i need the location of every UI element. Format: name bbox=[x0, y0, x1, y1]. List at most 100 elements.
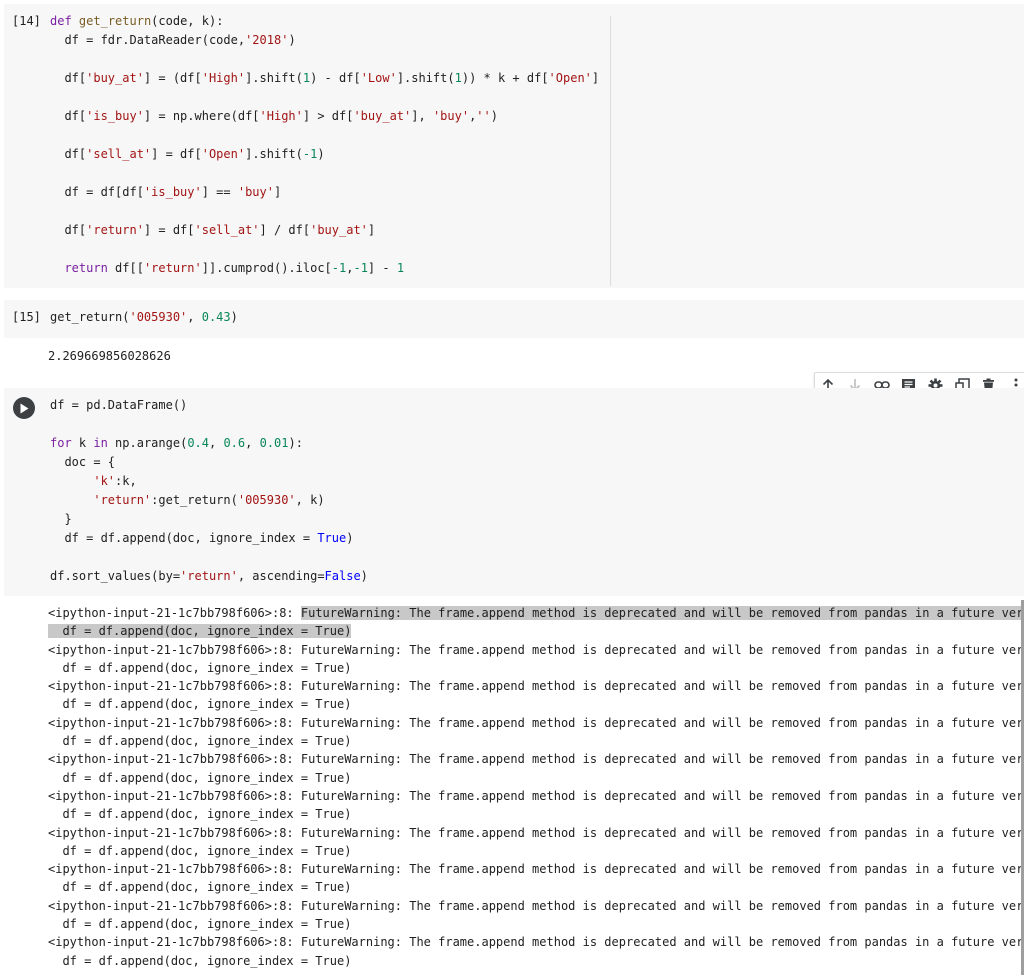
output-line: <ipython-input-21-1c7bb798f606>:8: Futur… bbox=[48, 824, 1024, 842]
code-token: df = df.append(doc, ignore_index = True) bbox=[48, 734, 352, 749]
code-token: df = df.append(doc, ignore_index = True) bbox=[48, 697, 352, 712]
code-token: ] = df[ bbox=[143, 223, 195, 237]
code-token: 0.4 bbox=[187, 436, 209, 450]
code-token: 'Low' bbox=[360, 71, 397, 85]
code-token: df = df[df[ bbox=[50, 185, 144, 199]
code-line: df.sort_values(by='return', ascending=Fa… bbox=[50, 567, 1024, 586]
code-token: 'sell_at' bbox=[194, 223, 260, 237]
code-token: df = df.append(doc, ignore_index = True) bbox=[48, 770, 352, 785]
code-token: ) bbox=[360, 569, 368, 583]
code-token: 'return' bbox=[93, 493, 152, 507]
code-token: df = df.append(doc, ignore_index = True) bbox=[48, 624, 352, 639]
code-token: get_return( bbox=[50, 310, 130, 324]
code-line: 'k':k, bbox=[50, 472, 1024, 491]
code-token: <ipython-input-21-1c7bb798f606>:8: Futur… bbox=[48, 642, 1024, 657]
code-cell-15[interactable]: [15] get_return('005930', 0.43) bbox=[4, 300, 1024, 338]
run-cell-button[interactable] bbox=[13, 397, 35, 419]
code-token: ) - df[ bbox=[310, 71, 361, 85]
code-token: )) * k + df[ bbox=[461, 71, 549, 85]
code-token: 'buy_at' bbox=[86, 71, 144, 85]
code-editor-15[interactable]: get_return('005930', 0.43) bbox=[50, 308, 1024, 327]
code-line: df = df.append(doc, ignore_index = True) bbox=[50, 529, 1024, 548]
code-token: df[ bbox=[50, 109, 87, 123]
code-token: -1 bbox=[353, 261, 368, 275]
code-token: 'return' bbox=[180, 569, 238, 583]
code-token: <ipython-input-21-1c7bb798f606>:8: Futur… bbox=[48, 752, 1024, 767]
code-token: 'return' bbox=[143, 261, 202, 275]
code-token: ].shift( bbox=[245, 71, 303, 85]
output-line: df = df.append(doc, ignore_index = True) bbox=[48, 878, 1024, 896]
code-line: def get_return(code, k): bbox=[50, 12, 1024, 31]
code-token: <ipython-input-21-1c7bb798f606>:8: Futur… bbox=[48, 679, 1024, 694]
code-line: df['sell_at'] = df['Open'].shift(-1) bbox=[50, 145, 1024, 164]
code-token: 'k' bbox=[93, 474, 116, 488]
code-token: ) bbox=[490, 109, 498, 123]
play-icon bbox=[20, 403, 29, 413]
cell-output-current: <ipython-input-21-1c7bb798f606>:8: Futur… bbox=[48, 604, 1024, 970]
output-line: df = df.append(doc, ignore_index = True) bbox=[48, 952, 1024, 970]
code-token: def bbox=[50, 14, 72, 28]
code-line: df['return'] = df['sell_at'] / df['buy_a… bbox=[50, 221, 1024, 240]
output-line: df = df.append(doc, ignore_index = True) bbox=[48, 769, 1024, 787]
output-line: df = df.append(doc, ignore_index = True) bbox=[48, 659, 1024, 677]
code-token: 1 bbox=[454, 71, 462, 85]
code-token: ] = np.where(df[ bbox=[143, 109, 260, 123]
code-cell-14[interactable]: [14] def get_return(code, k): df = fdr.D… bbox=[4, 4, 1024, 288]
code-line: df = fdr.DataReader(code,'2018') bbox=[50, 31, 1024, 50]
code-token: (code, k): bbox=[151, 14, 224, 28]
ruler-line bbox=[610, 16, 611, 286]
code-token: ].shift( bbox=[396, 71, 455, 85]
code-token: get_return bbox=[78, 14, 152, 28]
code-token: ) bbox=[346, 531, 354, 545]
code-editor-current[interactable]: df = pd.DataFrame() for k in np.arange(0.… bbox=[50, 396, 1024, 586]
code-token: , bbox=[245, 436, 260, 450]
code-token: 0.6 bbox=[223, 436, 246, 450]
code-token: ] / df[ bbox=[259, 223, 311, 237]
code-token: , bbox=[187, 310, 202, 324]
code-token: '2018' bbox=[245, 33, 289, 47]
output-line: <ipython-input-21-1c7bb798f606>:8: Futur… bbox=[48, 641, 1024, 659]
code-token: ] bbox=[273, 185, 282, 199]
execution-count-15: [15] bbox=[12, 310, 41, 324]
cell-output-15: 2.269669856028626 bbox=[48, 349, 171, 363]
code-cell-current[interactable]: df = pd.DataFrame() for k in np.arange(0.… bbox=[4, 388, 1024, 596]
code-token: df = pd.DataFrame() bbox=[50, 398, 188, 412]
code-token: ]].cumprod().iloc[ bbox=[201, 261, 332, 275]
code-token: ] - bbox=[367, 261, 397, 275]
output-line: df = df.append(doc, ignore_index = True) bbox=[48, 805, 1024, 823]
code-line: return df[['return']].cumprod().iloc[-1,… bbox=[50, 259, 1024, 278]
code-token: ): bbox=[288, 436, 303, 450]
code-token: 0.43 bbox=[201, 310, 231, 324]
code-token: df = df.append(doc, ignore_index = True) bbox=[48, 880, 352, 895]
output-line: <ipython-input-21-1c7bb798f606>:8: Futur… bbox=[48, 714, 1024, 732]
code-token: df = df.append(doc, ignore_index = True) bbox=[48, 807, 352, 822]
code-token: , k) bbox=[295, 493, 325, 507]
code-token: return bbox=[64, 261, 108, 275]
code-editor-14[interactable]: def get_return(code, k): df = fdr.DataRe… bbox=[50, 12, 1024, 278]
code-token: df = df.append(doc, ignore_index = True) bbox=[48, 843, 352, 858]
code-token: 'return' bbox=[86, 223, 144, 237]
code-line: get_return('005930', 0.43) bbox=[50, 308, 1024, 327]
output-line: <ipython-input-21-1c7bb798f606>:8: Futur… bbox=[48, 787, 1024, 805]
output-line: df = df.append(doc, ignore_index = True) bbox=[48, 732, 1024, 750]
output-line: <ipython-input-21-1c7bb798f606>:8: Futur… bbox=[48, 604, 1024, 622]
code-token: } bbox=[50, 512, 72, 526]
code-token: '005930' bbox=[237, 493, 296, 507]
code-line: df['is_buy'] = np.where(df['High'] > df[… bbox=[50, 107, 1024, 126]
code-token: 'is_buy' bbox=[86, 109, 144, 123]
code-token: ] bbox=[367, 223, 376, 237]
output-line: <ipython-input-21-1c7bb798f606>:8: Futur… bbox=[48, 897, 1024, 915]
code-token: <ipython-input-21-1c7bb798f606>:8: Futur… bbox=[48, 788, 1024, 803]
code-token: ) bbox=[230, 310, 238, 324]
execution-count-14: [14] bbox=[12, 14, 41, 28]
code-token: <ipython-input-21-1c7bb798f606>:8: Futur… bbox=[48, 862, 1024, 877]
code-token: <ipython-input-21-1c7bb798f606>:8: Futur… bbox=[48, 715, 1024, 730]
code-token: 'buy_at' bbox=[310, 223, 368, 237]
